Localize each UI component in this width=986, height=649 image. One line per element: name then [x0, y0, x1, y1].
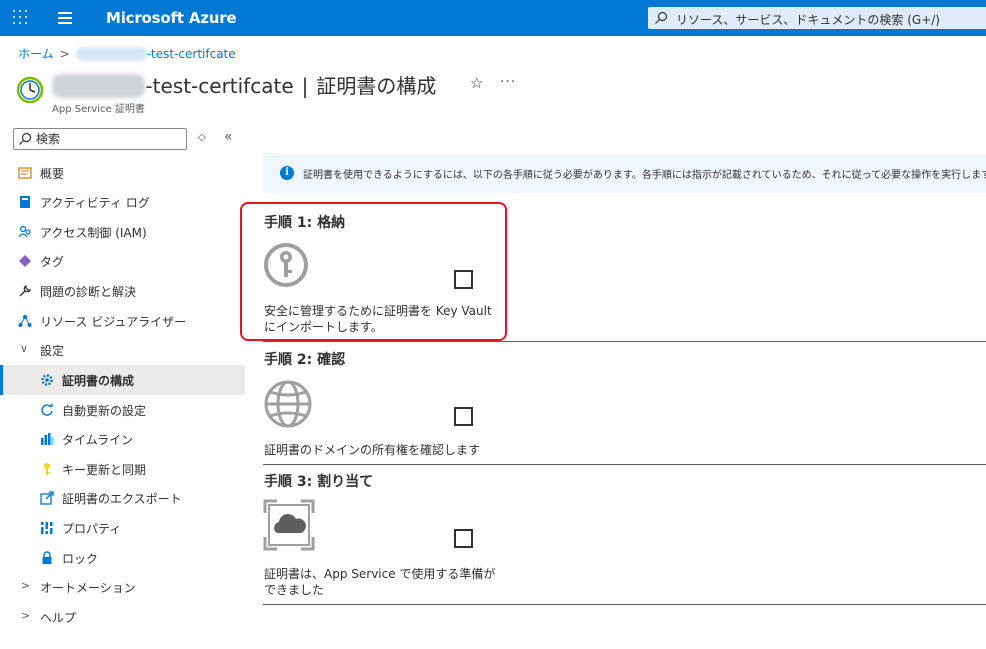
page-subtitle: App Service 証明書	[52, 104, 145, 115]
step-title: 手順 3: 割り当て	[264, 474, 374, 490]
sidebar-item-visualizer[interactable]: リソース ビジュアライザー	[0, 306, 245, 336]
lock-icon	[42, 551, 52, 564]
gear-icon	[41, 374, 53, 386]
sidebar-group-settings[interactable]: ∨ 設定	[0, 335, 245, 365]
sidebar-item-label: プロパティ	[62, 522, 122, 536]
sidebar-item-label: 問題の診断と解決	[40, 285, 137, 299]
page-title-section: 証明書の構成	[316, 74, 437, 98]
export-icon	[40, 491, 54, 505]
breadcrumb-separator: >	[59, 47, 70, 61]
sidebar-group-automation[interactable]: > オートメーション	[0, 572, 245, 602]
collapse-sidebar-icon[interactable]: «	[224, 129, 233, 145]
page-title: shibasaki-test-certifcate | 証明書の構成	[52, 70, 436, 99]
step-divider	[263, 604, 986, 605]
sidebar-item-label: アクティビティ ログ	[40, 196, 150, 210]
app-launcher-icon[interactable]	[12, 9, 30, 27]
chevron-down-icon: ∨	[20, 342, 29, 355]
title-separator: |	[301, 74, 309, 98]
sidebar-item-label: タイムライン	[62, 433, 134, 447]
iam-icon	[18, 225, 31, 238]
page-title-name: -test-certifcate	[145, 74, 294, 98]
chevron-right-icon: >	[21, 609, 31, 622]
sidebar-item-label: ヘルプ	[40, 611, 77, 625]
more-options-icon[interactable]: ···	[500, 74, 516, 90]
step-divider	[263, 464, 986, 465]
sidebar-item-rekey[interactable]: キー更新と同期	[0, 454, 245, 484]
sidebar-search-input[interactable]	[36, 131, 184, 147]
sidebar-item-overview[interactable]: 概要	[0, 158, 245, 188]
search-icon	[19, 132, 32, 145]
sidebar-item-properties[interactable]: プロパティ	[0, 513, 245, 543]
wrench-icon	[19, 284, 32, 297]
info-banner: i 証明書を使用できるようにするには、以下の各手順に従う必要があります。各手順に…	[263, 153, 986, 193]
sidebar-item-diagnose[interactable]: 問題の診断と解決	[0, 276, 245, 306]
cloud-assign-icon	[263, 499, 315, 551]
global-search-placeholder: リソース、サービス、ドキュメントの検索 (G+/)	[676, 13, 940, 27]
breadcrumb-resource[interactable]: -test-certifcate	[147, 47, 236, 61]
sidebar-item-label: リソース ビジュアライザー	[40, 315, 187, 329]
activity-log-icon	[20, 196, 30, 208]
blurred-title-prefix: shibasaki	[52, 74, 146, 98]
refresh-icon	[41, 403, 53, 416]
sort-updown-icon[interactable]: ◇	[198, 132, 206, 143]
step-title: 手順 2: 確認	[264, 352, 346, 368]
timeline-icon	[41, 433, 54, 445]
brand-title[interactable]: Microsoft Azure	[106, 9, 237, 27]
sidebar-item-activity-log[interactable]: アクティビティ ログ	[0, 187, 245, 217]
step-description: 証明書のドメインの所有権を確認します	[264, 443, 481, 457]
info-icon: i	[280, 166, 294, 180]
sidebar-item-auto-renew[interactable]: 自動更新の設定	[0, 395, 245, 425]
blurred-resource-name: xxxxxxxxxx	[75, 47, 147, 61]
info-banner-text: 証明書を使用できるようにするには、以下の各手順に従う必要があります。各手順には指…	[303, 170, 986, 181]
sidebar-item-label: 概要	[40, 167, 65, 181]
step-2-checkbox[interactable]	[454, 407, 473, 426]
sidebar-item-label: 証明書の構成	[62, 374, 135, 388]
sidebar-search[interactable]	[13, 128, 187, 150]
sidebar-item-label: 自動更新の設定	[62, 404, 147, 418]
sidebar-item-label: 証明書のエクスポート	[62, 492, 182, 506]
certificate-clock-icon	[16, 76, 44, 104]
globe-icon	[264, 380, 312, 428]
step-3-checkbox[interactable]	[454, 529, 473, 548]
global-search-input[interactable]: リソース、サービス、ドキュメントの検索 (G+/)	[648, 7, 986, 29]
sidebar-item-lock[interactable]: ロック	[0, 543, 245, 573]
sidebar-item-tag[interactable]: タグ	[0, 246, 245, 276]
sidebar-item-label: 設定	[40, 344, 65, 358]
chevron-right-icon: >	[21, 579, 31, 592]
breadcrumb-home[interactable]: ホーム	[18, 47, 54, 61]
top-bar: Microsoft Azure リソース、サービス、ドキュメントの検索 (G+/…	[0, 0, 986, 36]
step-description: 証明書は、App Service で使用する準備ができました	[264, 567, 496, 597]
sidebar-item-label: アクセス制御 (IAM)	[40, 226, 147, 240]
sidebar-item-iam[interactable]: アクセス制御 (IAM)	[0, 217, 245, 247]
properties-icon	[41, 522, 53, 534]
favorite-star-icon[interactable]: ☆	[470, 74, 483, 92]
sidebar-item-export[interactable]: 証明書のエクスポート	[0, 483, 245, 513]
sidebar-item-label: オートメーション	[40, 581, 136, 595]
step-verify: 手順 2: 確認 証明書のドメインの所有権を確認します	[263, 349, 986, 465]
sidebar-item-label: キー更新と同期	[62, 463, 147, 477]
search-icon	[655, 11, 668, 24]
overview-icon	[18, 167, 32, 179]
sidebar-group-help[interactable]: > ヘルプ	[0, 602, 245, 632]
step-divider	[263, 341, 986, 342]
step-assign: 手順 3: 割り当て 証明書は、App Service で使用する準備ができまし…	[263, 471, 986, 605]
sidebar-item-label: ロック	[62, 552, 99, 566]
visualizer-icon	[18, 315, 32, 327]
tag-icon	[19, 255, 31, 267]
sidebar-item-timeline[interactable]: タイムライン	[0, 424, 245, 454]
breadcrumb: ホーム > xxxxxxxxxx-test-certifcate	[18, 45, 236, 62]
sidebar-item-certificate-config[interactable]: 証明書の構成	[0, 365, 245, 395]
key-icon	[44, 463, 50, 475]
step-1-highlight-box	[240, 202, 507, 341]
menu-icon[interactable]	[58, 11, 74, 25]
sidebar-item-label: タグ	[40, 255, 65, 269]
